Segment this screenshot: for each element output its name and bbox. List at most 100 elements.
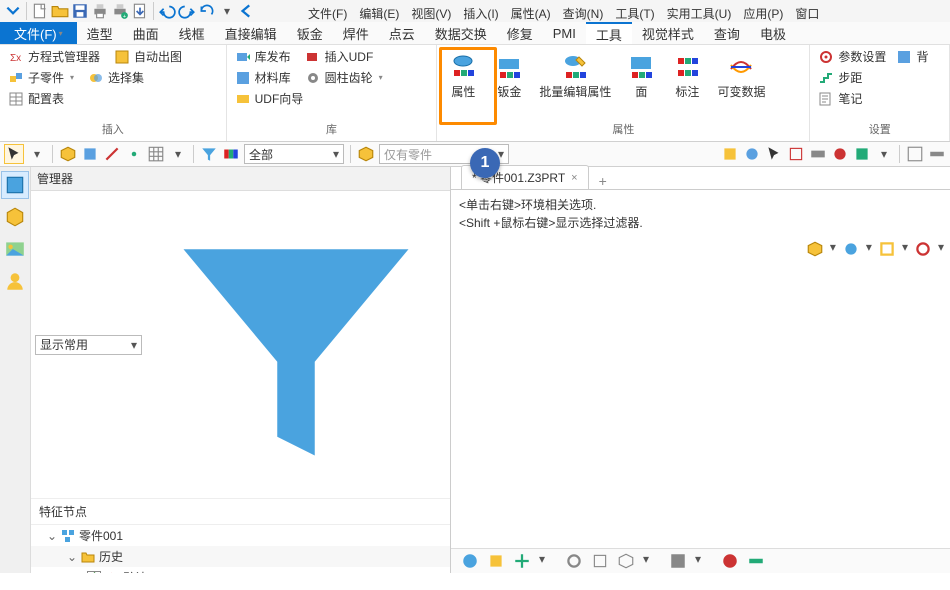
dropdown-icon[interactable]: ▾ — [830, 240, 836, 258]
menu-view[interactable]: 视图(V) — [407, 5, 455, 22]
open-folder-icon[interactable] — [51, 2, 69, 20]
menu-tools[interactable]: 工具(T) — [611, 5, 658, 22]
vertex-icon[interactable] — [125, 145, 143, 163]
refresh-icon[interactable] — [198, 2, 216, 20]
tree-history[interactable]: ⌄历史 — [31, 546, 450, 567]
annotation-attr-button[interactable]: 标注 — [667, 51, 707, 102]
menu-edit[interactable]: 编辑(E) — [355, 5, 403, 22]
display-combo[interactable]: 显示常用▾ — [35, 335, 142, 355]
menu-attr[interactable]: 属性(A) — [507, 5, 555, 22]
menu-file[interactable]: 文件(F) — [304, 5, 351, 22]
tool-icon[interactable] — [743, 145, 761, 163]
nav-icon[interactable] — [747, 552, 765, 570]
filter-icon[interactable] — [146, 193, 446, 496]
nav-icon[interactable] — [565, 552, 583, 570]
tool-icon[interactable] — [809, 145, 827, 163]
face-attr-button[interactable]: 面 — [621, 51, 661, 102]
dropdown-icon[interactable]: ▾ — [938, 240, 944, 258]
grid-icon[interactable] — [147, 145, 165, 163]
print-add-icon[interactable]: + — [111, 2, 129, 20]
tab-surface[interactable]: 曲面 — [123, 22, 169, 44]
redo-icon[interactable] — [178, 2, 196, 20]
tool-icon[interactable] — [765, 145, 783, 163]
tree-root[interactable]: ⌄零件001 — [31, 525, 450, 546]
select-set-button[interactable]: 选择集 — [86, 68, 146, 87]
dropdown-icon[interactable]: ▾ — [28, 145, 46, 163]
auto-drawing-button[interactable]: 自动出图 — [112, 47, 184, 66]
dropdown-icon[interactable]: ▾ — [643, 552, 661, 570]
color-bars-icon[interactable] — [222, 145, 240, 163]
dropdown-icon[interactable]: ▾ — [902, 240, 908, 258]
sub-part-button[interactable]: 子零件▾ — [6, 68, 76, 87]
equation-manager-button[interactable]: Σx方程式管理器 — [6, 47, 102, 66]
nav-icon[interactable] — [461, 552, 479, 570]
tool-icon[interactable] — [928, 145, 946, 163]
tab-shape[interactable]: 造型 — [77, 22, 123, 44]
material-lib-button[interactable]: 材料库 — [233, 68, 293, 87]
nav-icon[interactable] — [487, 552, 505, 570]
filter-funnel-icon[interactable] — [200, 145, 218, 163]
gear-button[interactable]: 圆柱齿轮▾ — [303, 68, 385, 87]
save-icon[interactable] — [71, 2, 89, 20]
view-icon[interactable] — [806, 240, 824, 258]
add-tab-button[interactable]: + — [595, 173, 611, 189]
close-icon[interactable]: × — [571, 172, 577, 184]
dropdown-icon[interactable]: ▾ — [866, 240, 872, 258]
history-tab-icon[interactable] — [1, 171, 29, 199]
sheetmetal-attr-button[interactable]: 钣金 — [489, 51, 529, 102]
attributes-button[interactable]: 属性 — [443, 51, 483, 102]
pointer-icon[interactable] — [4, 144, 24, 164]
config-table-button[interactable]: 配置表 — [6, 89, 220, 108]
nav-icon[interactable] — [591, 552, 609, 570]
dropdown-icon[interactable]: ▾ — [169, 145, 187, 163]
menu-insert[interactable]: 插入(I) — [459, 5, 502, 22]
checkbox[interactable] — [87, 571, 101, 574]
tool-icon[interactable] — [906, 145, 924, 163]
menu-util[interactable]: 实用工具(U) — [663, 5, 736, 22]
user-tab-icon[interactable] — [1, 267, 29, 295]
tool-icon[interactable] — [787, 145, 805, 163]
background-button[interactable]: 背 — [894, 47, 930, 66]
cube-icon[interactable] — [59, 145, 77, 163]
nav-icon[interactable] — [617, 552, 635, 570]
tool-icon[interactable] — [831, 145, 849, 163]
image-tab-icon[interactable] — [1, 235, 29, 263]
part-tab-icon[interactable] — [1, 203, 29, 231]
export-icon[interactable] — [131, 2, 149, 20]
tab-wire[interactable]: 线框 — [169, 22, 215, 44]
face-icon[interactable] — [81, 145, 99, 163]
step-button[interactable]: 步距 — [816, 68, 943, 87]
qat-dropdown-icon[interactable] — [4, 2, 22, 20]
undo-icon[interactable] — [158, 2, 176, 20]
udf-wizard-button[interactable]: UDF向导 — [233, 89, 431, 108]
view-icon[interactable] — [914, 240, 932, 258]
menu-window[interactable]: 窗口 — [791, 5, 823, 22]
dropdown-icon[interactable]: ▾ — [695, 552, 713, 570]
viewport[interactable]: ▾ ▾ ▾ ▾ — [451, 238, 950, 548]
batch-edit-attr-button[interactable]: 批量编辑属性 — [535, 51, 615, 102]
insert-udf-button[interactable]: 插入UDF — [303, 47, 376, 66]
print-icon[interactable] — [91, 2, 109, 20]
dropdown-icon[interactable]: ▾ — [539, 552, 557, 570]
nav-icon[interactable] — [721, 552, 739, 570]
param-settings-button[interactable]: 参数设置 — [816, 47, 888, 66]
tree-csys[interactable]: 默认CSYS — [31, 567, 450, 573]
variable-data-button[interactable]: 可变数据 — [713, 51, 769, 102]
tool-icon[interactable] — [853, 145, 871, 163]
view-icon[interactable] — [878, 240, 896, 258]
view-icon[interactable] — [842, 240, 860, 258]
dropdown-icon[interactable]: ▾ — [875, 145, 893, 163]
tab-direct[interactable]: 直接编辑 — [215, 22, 287, 44]
nav-icon[interactable] — [669, 552, 687, 570]
edge-icon[interactable] — [103, 145, 121, 163]
notes-button[interactable]: 笔记 — [816, 89, 943, 108]
nav-icon[interactable] — [513, 552, 531, 570]
new-file-icon[interactable] — [31, 2, 49, 20]
menu-query[interactable]: 查询(N) — [559, 5, 608, 22]
back-icon[interactable] — [238, 2, 256, 20]
dropdown-icon[interactable]: ▾ — [218, 2, 236, 20]
file-tab[interactable]: 文件(F)▾ — [0, 22, 77, 44]
lib-publish-button[interactable]: 库发布 — [233, 47, 293, 66]
box-icon[interactable] — [357, 145, 375, 163]
tool-icon[interactable] — [721, 145, 739, 163]
